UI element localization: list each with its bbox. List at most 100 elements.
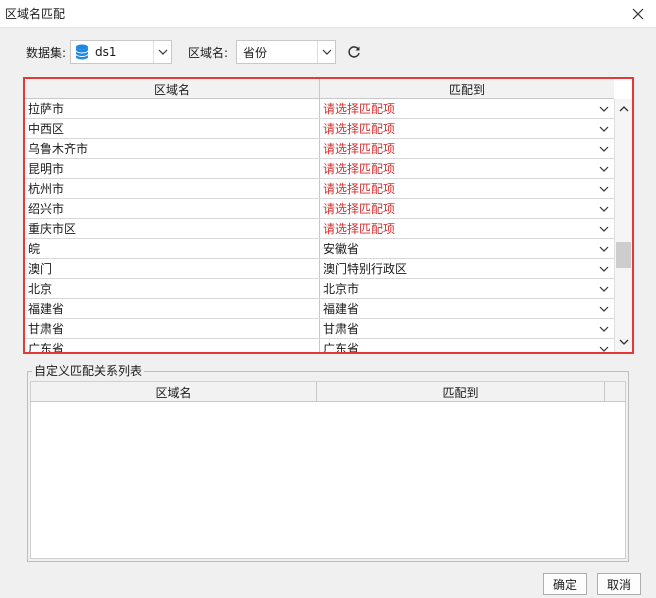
match-select-cell[interactable]: 广东省 (320, 339, 614, 352)
match-dropdown-arrow[interactable] (594, 240, 614, 258)
match-dropdown-arrow[interactable] (594, 340, 614, 353)
toolbar: 数据集: ds1 区域名: 省份 (0, 40, 656, 64)
match-dropdown-arrow[interactable] (594, 100, 614, 118)
match-select-cell[interactable]: 福建省 (320, 299, 614, 318)
region-value: 省份 (243, 45, 268, 60)
match-value: 广东省 (323, 342, 360, 352)
chevron-down-icon (599, 106, 609, 112)
region-dropdown-arrow[interactable] (317, 41, 335, 63)
chevron-down-icon (599, 306, 609, 312)
match-value: 安徽省 (323, 242, 360, 256)
match-select-cell[interactable]: 请选择匹配项 (320, 119, 614, 138)
table-row[interactable]: 重庆市区 请选择匹配项 (25, 219, 614, 239)
close-button[interactable] (620, 0, 656, 28)
table-row[interactable]: 杭州市 请选择匹配项 (25, 179, 614, 199)
grid-header: 区域名 匹配到 (25, 79, 614, 99)
match-value: 请选择匹配项 (323, 182, 396, 196)
region-match-grid: 区域名 匹配到 拉萨市 请选择匹配项 中西区 请选择匹配项 乌鲁木齐市 请选择匹配项 昆明市… (23, 77, 634, 354)
custom-column-header-region[interactable]: 区域名 (31, 382, 317, 402)
table-row[interactable]: 甘肃省 甘肃省 (25, 319, 614, 339)
column-header-region[interactable]: 区域名 (25, 79, 320, 99)
scroll-down-button[interactable] (615, 334, 632, 350)
match-select-cell[interactable]: 安徽省 (320, 239, 614, 258)
ok-button[interactable]: 确定 (543, 573, 587, 595)
table-row[interactable]: 乌鲁木齐市 请选择匹配项 (25, 139, 614, 159)
match-value: 福建省 (323, 302, 360, 316)
match-value: 请选择匹配项 (323, 122, 396, 136)
custom-table-header: 区域名 匹配到 (31, 382, 625, 402)
match-value: 澳门特别行政区 (323, 262, 408, 276)
custom-match-group: 自定义匹配关系列表 区域名 匹配到 (27, 364, 629, 562)
match-value: 甘肃省 (323, 322, 360, 336)
match-dropdown-arrow[interactable] (594, 280, 614, 298)
table-row[interactable]: 皖安徽省 (25, 239, 614, 259)
match-select-cell[interactable]: 甘肃省 (320, 319, 614, 338)
match-dropdown-arrow[interactable] (594, 260, 614, 278)
match-dropdown-arrow[interactable] (594, 160, 614, 178)
close-icon (632, 8, 644, 20)
match-value: 请选择匹配项 (323, 222, 396, 236)
region-name-cell: 昆明市 (25, 159, 320, 178)
region-name-cell: 皖 (25, 239, 320, 258)
region-name-cell: 北京 (25, 279, 320, 298)
match-select-cell[interactable]: 请选择匹配项 (320, 159, 614, 178)
chevron-down-icon (599, 226, 609, 232)
chevron-down-icon (599, 266, 609, 272)
match-select-cell[interactable]: 请选择匹配项 (320, 179, 614, 198)
region-name-cell: 福建省 (25, 299, 320, 318)
table-row[interactable]: 中西区 请选择匹配项 (25, 119, 614, 139)
scroll-up-button[interactable] (615, 101, 632, 117)
dataset-select[interactable]: ds1 (70, 40, 172, 64)
scroll-thumb[interactable] (616, 242, 631, 268)
table-row[interactable]: 拉萨市 请选择匹配项 (25, 99, 614, 119)
table-row[interactable]: 北京 北京市 (25, 279, 614, 299)
chevron-down-icon (599, 186, 609, 192)
table-row[interactable]: 澳门 澳门特别行政区 (25, 259, 614, 279)
table-row[interactable]: 绍兴市 请选择匹配项 (25, 199, 614, 219)
chevron-down-icon (599, 346, 609, 352)
region-name-cell: 澳门 (25, 259, 320, 278)
chevron-down-icon (599, 246, 609, 252)
column-header-match[interactable]: 匹配到 (320, 79, 614, 99)
match-dropdown-arrow[interactable] (594, 220, 614, 238)
region-name-cell: 甘肃省 (25, 319, 320, 338)
custom-match-title: 自定义匹配关系列表 (32, 364, 145, 378)
database-icon (75, 44, 89, 60)
region-name-cell: 绍兴市 (25, 199, 320, 218)
chevron-up-icon (619, 106, 629, 112)
match-select-cell[interactable]: 澳门特别行政区 (320, 259, 614, 278)
table-row[interactable]: 广东省 广东省 (25, 339, 614, 352)
match-dropdown-arrow[interactable] (594, 200, 614, 218)
cancel-button[interactable]: 取消 (597, 573, 641, 595)
grid-scrollbar[interactable] (614, 99, 632, 352)
region-name-cell: 杭州市 (25, 179, 320, 198)
match-select-cell[interactable]: 北京市 (320, 279, 614, 298)
custom-match-table[interactable]: 区域名 匹配到 (30, 381, 626, 559)
match-select-cell[interactable]: 请选择匹配项 (320, 219, 614, 238)
chevron-down-icon (599, 146, 609, 152)
match-dropdown-arrow[interactable] (594, 180, 614, 198)
chevron-down-icon (158, 49, 167, 55)
refresh-button[interactable] (344, 42, 364, 62)
match-select-cell[interactable]: 请选择匹配项 (320, 99, 614, 118)
chevron-down-icon (619, 339, 629, 345)
match-dropdown-arrow[interactable] (594, 300, 614, 318)
grid-body: 拉萨市 请选择匹配项 中西区 请选择匹配项 乌鲁木齐市 请选择匹配项 昆明市 请选择匹配项 杭州… (25, 99, 614, 352)
dataset-label: 数据集: (26, 46, 67, 60)
chevron-down-icon (599, 206, 609, 212)
region-label: 区域名: (188, 46, 229, 60)
chevron-down-icon (599, 286, 609, 292)
chevron-down-icon (599, 166, 609, 172)
custom-column-header-match[interactable]: 匹配到 (317, 382, 605, 402)
dataset-dropdown-arrow[interactable] (153, 41, 171, 63)
match-dropdown-arrow[interactable] (594, 320, 614, 338)
match-select-cell[interactable]: 请选择匹配项 (320, 139, 614, 158)
table-row[interactable]: 福建省 福建省 (25, 299, 614, 319)
region-select[interactable]: 省份 (236, 40, 336, 64)
match-dropdown-arrow[interactable] (594, 140, 614, 158)
region-name-cell: 乌鲁木齐市 (25, 139, 320, 158)
table-row[interactable]: 昆明市 请选择匹配项 (25, 159, 614, 179)
match-dropdown-arrow[interactable] (594, 120, 614, 138)
match-value: 请选择匹配项 (323, 142, 396, 156)
match-select-cell[interactable]: 请选择匹配项 (320, 199, 614, 218)
